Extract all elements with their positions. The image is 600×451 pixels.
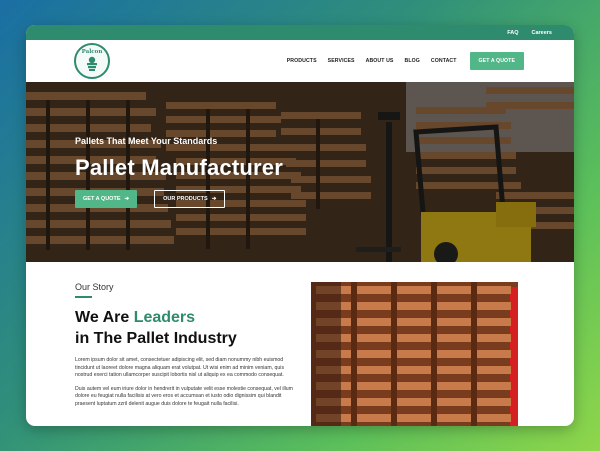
hero-title: Pallet Manufacturer bbox=[75, 155, 283, 180]
story-kicker: Our Story bbox=[75, 282, 114, 292]
pallet-stack-icon bbox=[87, 56, 97, 71]
nav-services[interactable]: SERVICES bbox=[328, 58, 355, 64]
story-image bbox=[311, 282, 518, 426]
nav-products[interactable]: PRODUCTS bbox=[287, 58, 317, 64]
story-title-prefix: We Are bbox=[75, 309, 134, 326]
site-header: Palcon PRODUCTS SERVICES ABOUT US BLOG C… bbox=[26, 40, 574, 82]
nav-blog[interactable]: BLOG bbox=[404, 58, 419, 64]
hero-section: Pallets That Meet Your Standards Pallet … bbox=[26, 82, 574, 262]
arrow-right-icon: ➔ bbox=[211, 196, 217, 202]
hero-products-button[interactable]: OUR PRODUCTS ➔ bbox=[154, 190, 226, 208]
careers-link[interactable]: Careers bbox=[532, 30, 553, 36]
arrow-right-icon: ➔ bbox=[124, 196, 130, 202]
logo[interactable]: Palcon bbox=[74, 43, 110, 79]
story-title-highlight: Leaders bbox=[133, 309, 196, 326]
main-nav: PRODUCTS SERVICES ABOUT US BLOG CONTACT … bbox=[287, 52, 524, 70]
pallet-stack-image bbox=[311, 282, 518, 426]
story-paragraph-1: Lorem ipsum dolor sit amet, consectetuer… bbox=[75, 357, 285, 379]
story-text: Our Story We Are Leaders in The Pallet I… bbox=[75, 282, 300, 415]
story-title-line2: in The Pallet Industry bbox=[75, 330, 237, 347]
story-title: We Are Leaders in The Pallet Industry bbox=[75, 307, 300, 349]
hero-quote-button[interactable]: GET A QUOTE ➔ bbox=[75, 190, 138, 208]
browser-frame: FAQ Careers Palcon PRODUCTS SERVICES ABO… bbox=[26, 25, 574, 426]
hero-quote-label: GET A QUOTE bbox=[83, 196, 121, 202]
nav-contact[interactable]: CONTACT bbox=[431, 58, 457, 64]
hero-products-label: OUR PRODUCTS bbox=[163, 196, 208, 202]
top-bar: FAQ Careers bbox=[26, 25, 574, 40]
nav-about-us[interactable]: ABOUT US bbox=[366, 58, 394, 64]
hero-content: Pallets That Meet Your Standards Pallet … bbox=[75, 136, 283, 208]
faq-link[interactable]: FAQ bbox=[507, 30, 518, 36]
hero-buttons: GET A QUOTE ➔ OUR PRODUCTS ➔ bbox=[75, 190, 283, 208]
logo-text: Palcon bbox=[81, 49, 103, 55]
header-quote-button[interactable]: GET A QUOTE bbox=[469, 52, 524, 70]
story-paragraph-2: Duis autem vel eum iriure dolor in hendr… bbox=[75, 385, 293, 407]
hero-subtitle: Pallets That Meet Your Standards bbox=[75, 136, 218, 146]
story-divider bbox=[75, 296, 92, 298]
